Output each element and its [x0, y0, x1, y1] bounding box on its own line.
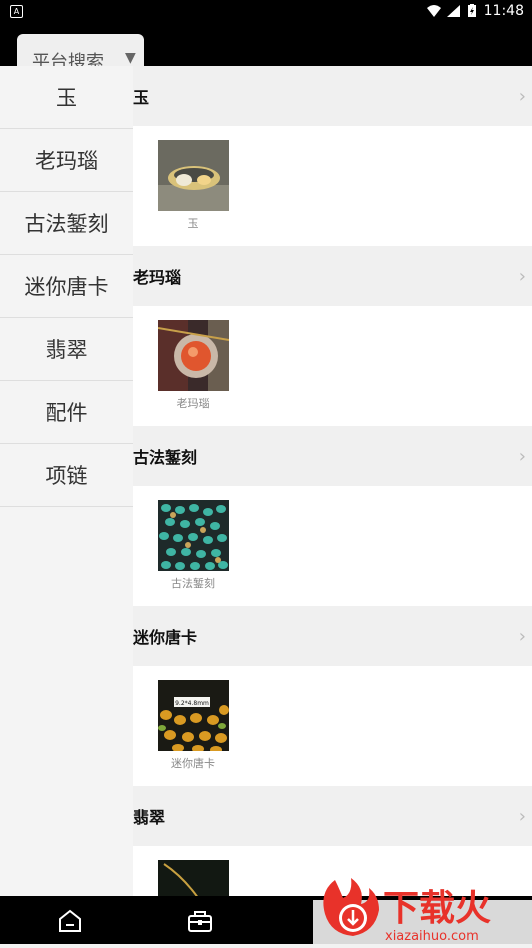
sidebar-item-ancient-engraving[interactable]: 古法錾刻: [0, 192, 133, 255]
section-header-ancient-engraving[interactable]: 古法錾刻 ›: [133, 426, 532, 486]
notification-icon: A: [10, 5, 23, 18]
sidebar-item-mini-thangka[interactable]: 迷你唐卡: [0, 255, 133, 318]
watermark-url: xiazaihuo.com: [385, 929, 479, 944]
section-title: 玉: [133, 88, 150, 107]
shop-icon[interactable]: [187, 908, 213, 934]
sidebar-item-old-agate[interactable]: 老玛瑙: [0, 129, 133, 192]
category-content: 玉 › 玉 老玛瑙 › 老玛瑙 古法錾刻 › 古法錾刻 迷你唐卡 › 9.2*4…: [133, 66, 532, 896]
sidebar-item-necklace[interactable]: 项链: [0, 444, 133, 507]
section-body: 玉: [133, 126, 532, 246]
product-label: 老玛瑙: [176, 397, 210, 410]
section-title: 迷你唐卡: [133, 628, 198, 647]
section-header-jade[interactable]: 玉 ›: [133, 66, 532, 126]
chevron-right-icon: ›: [518, 445, 526, 467]
status-bar: A 11:48: [0, 0, 532, 24]
sidebar-item-jade[interactable]: 玉: [0, 66, 133, 129]
top-bar: 平台搜索 ▼: [0, 24, 532, 73]
chevron-down-icon: ▼: [125, 50, 136, 66]
product-label: 迷你唐卡: [171, 757, 215, 770]
battery-icon: [467, 4, 476, 17]
chevron-right-icon: ›: [518, 805, 526, 827]
signal-icon: [446, 5, 460, 17]
photo-size-tag: 9.2*4.8mm: [175, 700, 209, 707]
thangka-beads-photo: 9.2*4.8mm: [158, 680, 229, 751]
section-header-old-agate[interactable]: 老玛瑙 ›: [133, 246, 532, 306]
product-label: 玉: [187, 217, 199, 230]
category-sidebar: 玉 老玛瑙 古法錾刻 迷你唐卡 翡翠 配件 项链: [0, 66, 133, 896]
section-header-jadeite[interactable]: 翡翠 ›: [133, 786, 532, 846]
watermark-logo: 下载火 xiazaihuo.com: [313, 874, 532, 944]
sidebar-item-accessories[interactable]: 配件: [0, 381, 133, 444]
chevron-right-icon: ›: [518, 625, 526, 647]
chevron-right-icon: ›: [518, 265, 526, 287]
section-title: 古法錾刻: [133, 448, 198, 467]
platform-search-dropdown[interactable]: 平台搜索 ▼: [17, 34, 144, 73]
status-time: 11:48: [483, 3, 524, 19]
jade-ring-photo: [158, 140, 229, 211]
section-title: 翡翠: [133, 808, 166, 827]
turquoise-beads-photo: [158, 500, 229, 571]
product-label: 古法錾刻: [171, 577, 215, 590]
section-body: 9.2*4.8mm 迷你唐卡: [133, 666, 532, 786]
section-title: 老玛瑙: [133, 268, 182, 287]
chevron-right-icon: ›: [518, 85, 526, 107]
watermark-text: 下载火: [383, 888, 491, 929]
sidebar-item-jadeite[interactable]: 翡翠: [0, 318, 133, 381]
section-header-mini-thangka[interactable]: 迷你唐卡 ›: [133, 606, 532, 666]
section-body: 老玛瑙: [133, 306, 532, 426]
section-body: 古法錾刻: [133, 486, 532, 606]
wifi-icon: [426, 5, 441, 17]
home-icon[interactable]: [57, 908, 83, 934]
jade-pendant-photo: [158, 860, 229, 896]
agate-bead-photo: [158, 320, 229, 391]
